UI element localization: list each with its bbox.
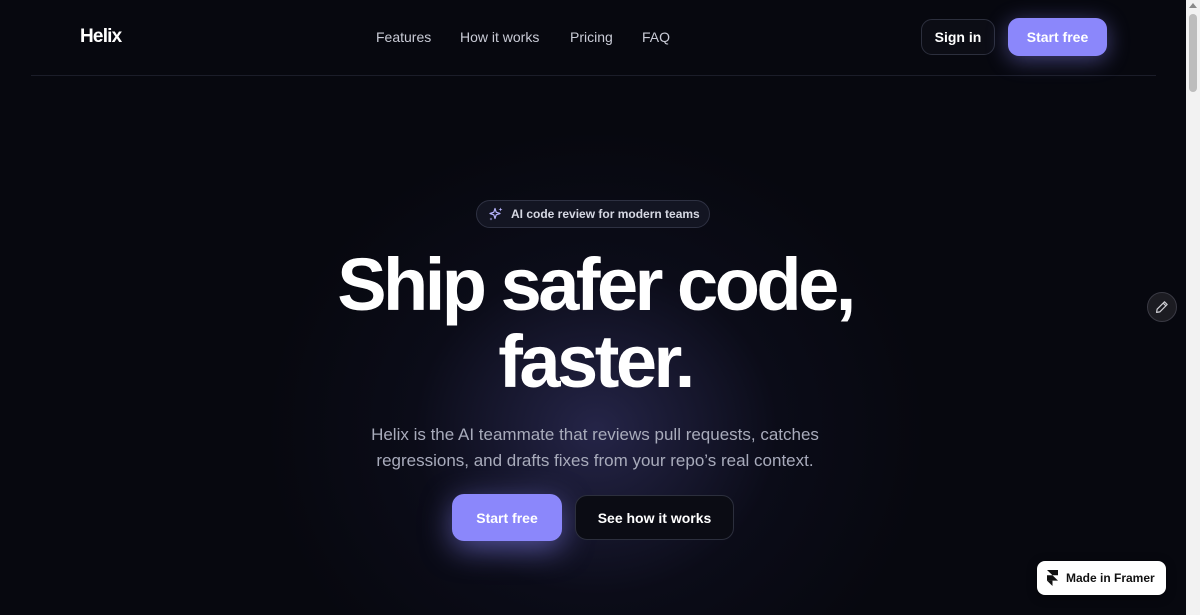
hero-headline-line-2: faster. [498, 320, 695, 403]
scroll-up-arrow-icon[interactable] [1189, 3, 1197, 8]
see-how-it-works-button[interactable]: See how it works [575, 495, 734, 540]
hero-subtitle-line-2: regressions, and drafts fixes from your … [376, 451, 814, 470]
framer-logo-icon [1047, 570, 1058, 586]
nav-features[interactable]: Features [376, 29, 431, 45]
nav-how-it-works[interactable]: How it works [460, 29, 539, 45]
edit-button[interactable] [1147, 292, 1177, 322]
sparkles-icon [489, 207, 503, 221]
scrollbar[interactable] [1186, 0, 1200, 615]
landing-page: Helix Features How it works Pricing FAQ … [0, 0, 1200, 615]
hero-subtitle-line-1: Helix is the AI teammate that reviews pu… [371, 425, 819, 444]
nav-faq[interactable]: FAQ [642, 29, 670, 45]
top-nav: Helix Features How it works Pricing FAQ … [31, 0, 1156, 76]
logo[interactable]: Helix [80, 26, 122, 48]
scrollbar-thumb[interactable] [1189, 14, 1197, 92]
hero-badge: AI code review for modern teams [476, 200, 710, 228]
hero-badge-text: AI code review for modern teams [511, 207, 700, 221]
start-free-hero-button[interactable]: Start free [452, 494, 562, 541]
sign-in-button[interactable]: Sign in [921, 19, 995, 55]
made-in-framer-badge[interactable]: Made in Framer [1037, 561, 1166, 595]
hero-subtitle: Helix is the AI teammate that reviews pu… [340, 422, 850, 474]
nav-pricing[interactable]: Pricing [570, 29, 613, 45]
made-in-framer-text: Made in Framer [1066, 571, 1155, 585]
pencil-icon [1156, 301, 1168, 313]
start-free-nav-button[interactable]: Start free [1008, 18, 1107, 56]
hero-headline-line-1: Ship safer code, [337, 243, 856, 326]
hero-headline: Ship safer code, faster. [200, 246, 990, 400]
